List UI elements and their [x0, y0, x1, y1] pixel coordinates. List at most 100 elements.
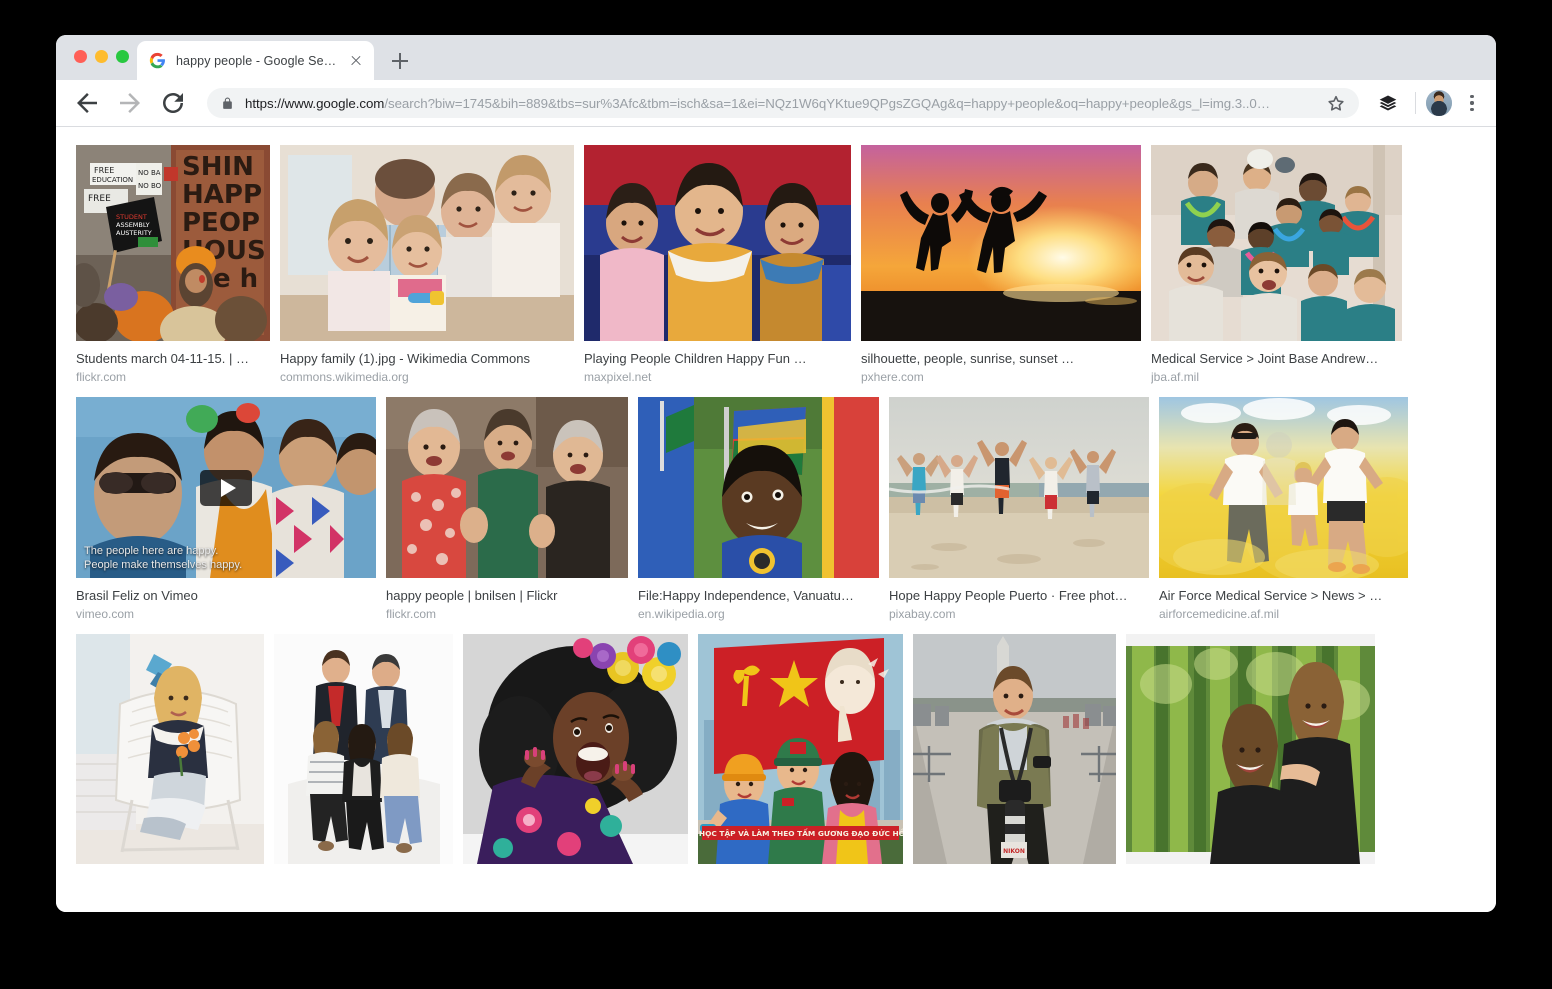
- result-thumbnail-vanuatu-flag-boy[interactable]: [638, 397, 879, 578]
- result-source: vimeo.com: [76, 606, 376, 623]
- svg-text:EDUCATION: EDUCATION: [92, 176, 133, 184]
- result-source: en.wikipedia.org: [638, 606, 879, 623]
- result-cell: SHIN HAPP PEOP HOUS the h FREE EDUCATION…: [76, 145, 270, 386]
- result-caption: Hope Happy People Puerto · Free phot… pi…: [889, 587, 1149, 623]
- result-title[interactable]: silhouette, people, sunrise, sunset …: [861, 350, 1141, 367]
- result-title[interactable]: Brasil Feliz on Vimeo: [76, 587, 376, 604]
- result-thumbnail-protest-march[interactable]: SHIN HAPP PEOP HOUS the h FREE EDUCATION…: [76, 145, 270, 341]
- reload-icon[interactable]: [158, 88, 188, 118]
- result-cell: Playing People Children Happy Fun … maxp…: [584, 145, 851, 386]
- result-caption: Brasil Feliz on Vimeo vimeo.com: [76, 587, 376, 623]
- result-thumbnail-team-group[interactable]: [1151, 145, 1402, 341]
- minimize-window-button[interactable]: [95, 50, 108, 63]
- result-thumbnail-beach-jump[interactable]: [889, 397, 1149, 578]
- svg-text:FREE: FREE: [88, 194, 111, 204]
- window-controls: [74, 50, 129, 63]
- result-caption: File:Happy Independence, Vanuatu… en.wik…: [638, 587, 879, 623]
- result-caption: [274, 873, 453, 875]
- result-thumbnail-woman-flower-crown[interactable]: [463, 634, 688, 864]
- svg-text:FREE: FREE: [94, 166, 114, 175]
- result-source: flickr.com: [76, 369, 270, 386]
- result-caption: [1126, 873, 1375, 875]
- result-caption: Students march 04-11-15. | … flickr.com: [76, 350, 270, 386]
- result-source: flickr.com: [386, 606, 628, 623]
- result-title[interactable]: Hope Happy People Puerto · Free phot…: [889, 587, 1149, 604]
- url-text: https://www.google.com/search?biw=1745&b…: [245, 96, 1319, 111]
- star-icon[interactable]: [1323, 90, 1349, 116]
- tab-happy-people-google-search[interactable]: happy people - Google Search: [137, 41, 374, 80]
- image-results-grid: SHIN HAPP PEOP HOUS the h FREE EDUCATION…: [56, 127, 1496, 886]
- result-title[interactable]: Students march 04-11-15. | …: [76, 350, 270, 367]
- result-thumbnail-sunset-jump[interactable]: [861, 145, 1141, 341]
- result-cell: [274, 634, 453, 875]
- address-bar[interactable]: https://www.google.com/search?biw=1745&b…: [207, 88, 1359, 118]
- results-row: SHIN HAPP PEOP HOUS the h FREE EDUCATION…: [76, 145, 1476, 386]
- three-dots-icon[interactable]: [1462, 90, 1482, 116]
- result-title[interactable]: happy people | bnilsen | Flickr: [386, 587, 628, 604]
- google-icon: [149, 52, 166, 69]
- result-caption: happy people | bnilsen | Flickr flickr.c…: [386, 587, 628, 623]
- result-cell: Happy family (1).jpg - Wikimedia Commons…: [280, 145, 574, 386]
- tab-title: happy people - Google Search: [176, 54, 342, 68]
- result-title[interactable]: File:Happy Independence, Vanuatu…: [638, 587, 879, 604]
- result-cell: silhouette, people, sunrise, sunset … px…: [861, 145, 1141, 386]
- result-cell: ĐẨY MẠNH HỌC TẬP VÀ LÀM THEO TẤM GƯƠNG Đ…: [698, 634, 903, 875]
- result-thumbnail-vietnam-poster[interactable]: ĐẨY MẠNH HỌC TẬP VÀ LÀM THEO TẤM GƯƠNG Đ…: [698, 634, 903, 864]
- avatar[interactable]: [1426, 90, 1452, 116]
- svg-text:PEOP: PEOP: [182, 208, 260, 238]
- close-icon[interactable]: [348, 53, 364, 69]
- svg-text:ASSEMBLY: ASSEMBLY: [116, 221, 150, 229]
- play-button-icon[interactable]: [200, 470, 252, 506]
- tab-strip: happy people - Google Search: [56, 35, 1496, 80]
- result-thumbnail-two-women-trees[interactable]: [1126, 634, 1375, 864]
- result-thumbnail-children-playing[interactable]: [584, 145, 851, 341]
- result-source: jba.af.mil: [1151, 369, 1402, 386]
- result-thumbnail-older-women[interactable]: [386, 397, 628, 578]
- result-thumbnail-family-portrait[interactable]: [274, 634, 453, 864]
- result-thumbnail-carnival-crowd[interactable]: The people here are happy.People make th…: [76, 397, 376, 578]
- results-row: ĐẨY MẠNH HỌC TẬP VÀ LÀM THEO TẤM GƯƠNG Đ…: [76, 634, 1476, 875]
- result-cell: happy people | bnilsen | Flickr flickr.c…: [386, 397, 628, 623]
- result-cell: [1126, 634, 1375, 875]
- result-caption: Medical Service > Joint Base Andrew… jba…: [1151, 350, 1402, 386]
- result-thumbnail-girl-white-chair[interactable]: [76, 634, 264, 864]
- url-host: https://www.google.com: [245, 96, 384, 111]
- lock-icon: [221, 96, 234, 111]
- image-results-page: SHIN HAPP PEOP HOUS the h FREE EDUCATION…: [56, 127, 1496, 912]
- close-window-button[interactable]: [74, 50, 87, 63]
- result-caption: [463, 873, 688, 875]
- result-title[interactable]: Happy family (1).jpg - Wikimedia Commons: [280, 350, 574, 367]
- result-caption: Playing People Children Happy Fun … maxp…: [584, 350, 851, 386]
- new-tab-button[interactable]: [386, 47, 414, 75]
- result-thumbnail-dc-photographer[interactable]: NIKON: [913, 634, 1116, 864]
- result-caption: [913, 873, 1116, 875]
- results-row: The people here are happy.People make th…: [76, 397, 1476, 623]
- svg-text:NIKON: NIKON: [1003, 848, 1025, 855]
- result-caption: Air Force Medical Service > News > … air…: [1159, 587, 1408, 623]
- result-thumbnail-color-run[interactable]: [1159, 397, 1408, 578]
- browser-window: happy people - Google Search: [56, 35, 1496, 912]
- result-source: pixabay.com: [889, 606, 1149, 623]
- svg-text:NO BA: NO BA: [138, 169, 161, 177]
- result-title[interactable]: Medical Service > Joint Base Andrew…: [1151, 350, 1402, 367]
- result-cell: Hope Happy People Puerto · Free phot… pi…: [889, 397, 1149, 623]
- result-title[interactable]: Air Force Medical Service > News > …: [1159, 587, 1408, 604]
- result-thumbnail-happy-family[interactable]: [280, 145, 574, 341]
- result-cell: [463, 634, 688, 875]
- result-caption: Happy family (1).jpg - Wikimedia Commons…: [280, 350, 574, 386]
- back-arrow-icon[interactable]: [72, 88, 102, 118]
- result-caption: [76, 873, 264, 875]
- result-cell: Medical Service > Joint Base Andrew… jba…: [1151, 145, 1402, 386]
- result-source: commons.wikimedia.org: [280, 369, 574, 386]
- layers-icon[interactable]: [1375, 90, 1401, 116]
- toolbar-divider: [1415, 92, 1416, 114]
- forward-arrow-icon[interactable]: [115, 88, 145, 118]
- result-cell: Air Force Medical Service > News > … air…: [1159, 397, 1408, 623]
- result-source: pxhere.com: [861, 369, 1141, 386]
- result-cell: File:Happy Independence, Vanuatu… en.wik…: [638, 397, 879, 623]
- svg-text:STUDENT: STUDENT: [116, 213, 147, 221]
- result-title[interactable]: Playing People Children Happy Fun …: [584, 350, 851, 367]
- browser-toolbar: https://www.google.com/search?biw=1745&b…: [56, 80, 1496, 127]
- zoom-window-button[interactable]: [116, 50, 129, 63]
- result-caption: silhouette, people, sunrise, sunset … px…: [861, 350, 1141, 386]
